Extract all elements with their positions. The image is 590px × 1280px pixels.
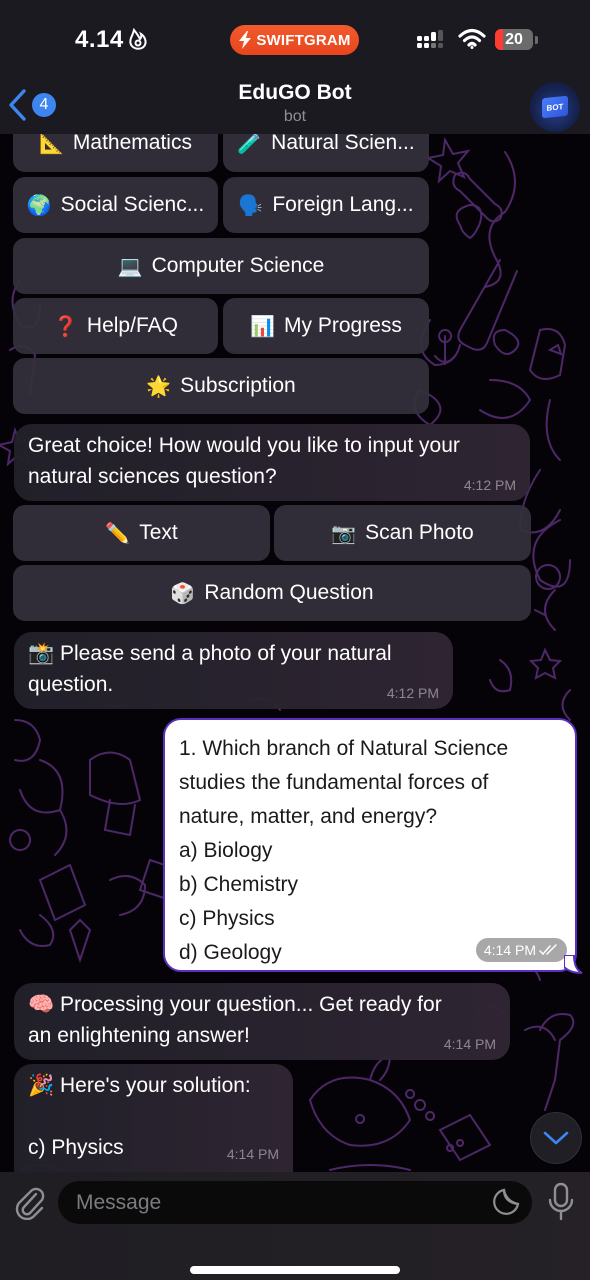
keyboard-button-my-progress[interactable]: 📊 My Progress xyxy=(223,298,429,354)
bar-chart-icon: 📊 xyxy=(250,315,276,338)
inline-button-label: Random Question xyxy=(204,581,374,604)
battery-cap xyxy=(535,36,538,44)
bubble-tail xyxy=(564,955,583,974)
message-text-line: 1. Which branch of Natural Science xyxy=(179,737,509,760)
globe-icon: 🌍 xyxy=(26,194,52,217)
laptop-icon: 💻 xyxy=(117,255,143,278)
battery-indicator: 20 xyxy=(495,29,533,50)
message-text-line: question. xyxy=(28,673,114,696)
message-text-line: Processing your question... Get ready fo… xyxy=(60,993,442,1016)
message-time-pill: 4:14 PM xyxy=(475,938,567,962)
microphone-icon[interactable] xyxy=(546,1182,576,1222)
keyboard-button-label: Subscription xyxy=(180,374,296,397)
brain-icon: 🧠 xyxy=(28,993,55,1016)
swiftgram-badge[interactable]: SWIFTGRAM xyxy=(230,25,359,55)
inline-button-label: Text xyxy=(139,521,178,544)
message-outgoing: 1. Which branch of Natural Science studi… xyxy=(163,718,577,972)
speaking-head-icon: 🗣️ xyxy=(238,194,264,217)
top-bar: 4.14 SWIFTGRAM 20 4 EduGO Bot bot BOT xyxy=(0,0,590,134)
chat-title[interactable]: EduGO Bot xyxy=(0,81,590,105)
message-text-line: Please send a photo of your natural xyxy=(60,642,392,665)
dice-icon: 🎲 xyxy=(170,582,196,605)
flame-icon xyxy=(129,28,147,50)
message-time: 4:12 PM xyxy=(463,477,516,493)
keyboard-button-label: Help/FAQ xyxy=(86,314,178,337)
chat-subtitle: bot xyxy=(283,108,307,125)
question-mark-icon: ❓ xyxy=(53,315,78,338)
sticker-icon[interactable] xyxy=(492,1188,520,1216)
message-time: 4:14 PM xyxy=(483,942,536,958)
keyboard-button-label: Computer Science xyxy=(151,254,325,277)
inline-button-random-question[interactable]: 🎲 Random Question xyxy=(13,565,531,621)
message-text-line: a) Biology xyxy=(179,839,273,862)
message-time: 4:14 PM xyxy=(443,1036,496,1052)
keyboard-button-label: Mathematics xyxy=(72,131,192,154)
chevron-down-icon xyxy=(543,1131,569,1145)
swiftgram-label: SWIFTGRAM xyxy=(256,31,351,49)
cellular-signal-icon xyxy=(417,30,443,48)
keyboard-button-label: Social Scienc... xyxy=(60,193,205,216)
message-text-line: natural sciences question? xyxy=(28,465,277,488)
status-time: 4.14 xyxy=(75,26,124,53)
chat-screen: 4.14 SWIFTGRAM 20 4 EduGO Bot bot BOT 📐 … xyxy=(0,0,590,1280)
bot-avatar-label: BOT xyxy=(542,95,568,119)
pencil-icon: ✏️ xyxy=(105,522,131,545)
bot-avatar[interactable]: BOT xyxy=(530,82,580,132)
keyboard-button-label: My Progress xyxy=(284,314,402,337)
wifi-icon xyxy=(458,28,486,49)
message-incoming: Great choice! How would you like to inpu… xyxy=(14,424,530,501)
lightning-icon xyxy=(239,31,252,49)
message-incoming: 🎉 Here's your solution: c) Physics 4:14 … xyxy=(14,1064,293,1172)
keyboard-button-help-faq[interactable]: ❓ Help/FAQ xyxy=(13,298,218,354)
message-time: 4:12 PM xyxy=(386,685,439,701)
message-input[interactable] xyxy=(58,1181,532,1224)
camera-flash-icon: 📸 xyxy=(28,642,55,665)
keyboard-button-foreign-languages[interactable]: 🗣️ Foreign Lang... xyxy=(223,177,429,233)
keyboard-button-social-sciences[interactable]: 🌍 Social Scienc... xyxy=(13,177,218,233)
message-text-line: Here's your solution: xyxy=(60,1074,251,1097)
glowing-star-icon: 🌟 xyxy=(146,375,172,398)
battery-percent: 20 xyxy=(505,30,523,48)
inline-button-label: Scan Photo xyxy=(365,521,474,544)
message-text-line: b) Chemistry xyxy=(179,873,299,896)
triangular-ruler-icon: 📐 xyxy=(39,132,64,155)
message-time: 4:14 PM xyxy=(226,1146,279,1162)
home-indicator xyxy=(190,1266,400,1274)
message-text-line: nature, matter, and energy? xyxy=(179,805,437,828)
double-check-icon xyxy=(539,944,557,956)
paperclip-icon[interactable] xyxy=(12,1184,48,1220)
message-text-line: c) Physics xyxy=(179,907,275,930)
keyboard-button-label: Foreign Lang... xyxy=(272,193,414,216)
message-text-line: Great choice! How would you like to inpu… xyxy=(28,434,460,457)
message-incoming: 🧠 Processing your question... Get ready … xyxy=(14,983,510,1060)
composer-bar xyxy=(0,1172,590,1280)
message-text-line: an enlightening answer! xyxy=(28,1024,250,1047)
keyboard-button-subscription[interactable]: 🌟 Subscription xyxy=(13,358,429,414)
test-tube-icon: 🧪 xyxy=(237,132,263,155)
camera-icon: 📷 xyxy=(331,522,357,545)
keyboard-button-computer-science[interactable]: 💻 Computer Science xyxy=(13,238,429,294)
party-popper-icon: 🎉 xyxy=(28,1074,55,1097)
message-incoming: 📸 Please send a photo of your natural qu… xyxy=(14,632,453,709)
scroll-to-bottom-button[interactable] xyxy=(530,1112,582,1164)
inline-button-text[interactable]: ✏️ Text xyxy=(13,505,270,561)
inline-button-scan-photo[interactable]: 📷 Scan Photo xyxy=(274,505,531,561)
keyboard-button-label: Natural Scien... xyxy=(271,131,415,154)
message-text-line: studies the fundamental forces of xyxy=(179,771,489,794)
